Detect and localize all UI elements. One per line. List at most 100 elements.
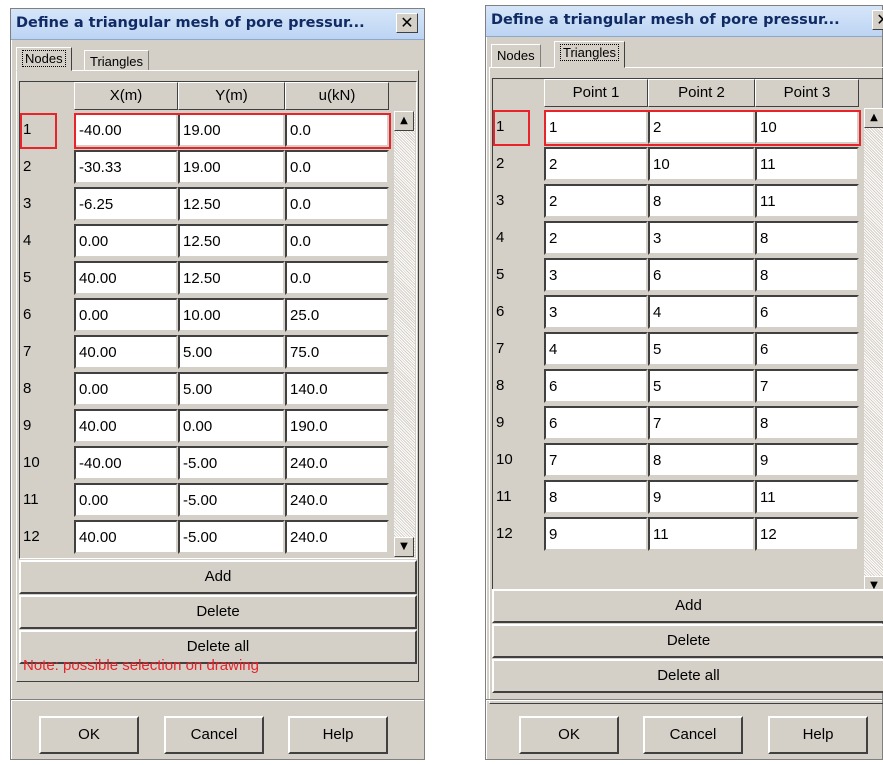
scroll-down-icon[interactable]: ▼ [394,537,414,557]
table-cell[interactable]: 7 [648,406,755,440]
row-header[interactable]: 3 [23,195,31,212]
row-header[interactable]: 6 [496,303,504,320]
table-cell[interactable]: 11 [755,184,859,218]
table-cell[interactable]: 3 [544,258,648,292]
table-cell[interactable]: -30.33 [74,150,178,184]
tab-nodes[interactable]: Nodes [491,44,541,68]
row-header[interactable]: 2 [23,158,31,175]
row-header[interactable]: 2 [496,155,504,172]
table-cell[interactable]: 0.00 [178,409,285,443]
cancel-button[interactable]: Cancel [164,716,264,754]
table-cell[interactable]: 6 [648,258,755,292]
table-cell[interactable]: 240.0 [285,520,389,554]
table-cell[interactable]: 12 [755,517,859,551]
row-header[interactable]: 9 [496,414,504,431]
ok-button[interactable]: OK [519,716,619,754]
column-header-y[interactable]: Y(m) [178,82,285,110]
table-cell[interactable]: 11 [755,480,859,514]
table-cell[interactable]: 5.00 [178,372,285,406]
row-header[interactable]: 6 [23,306,31,323]
table-cell[interactable]: 4 [544,332,648,366]
table-cell[interactable]: 8 [755,406,859,440]
table-cell[interactable]: 5.00 [178,335,285,369]
table-cell[interactable]: 2 [544,221,648,255]
scroll-up-icon[interactable]: ▲ [394,111,414,131]
help-button[interactable]: Help [288,716,388,754]
table-cell[interactable]: 0.00 [74,224,178,258]
table-cell[interactable]: -6.25 [74,187,178,221]
delete-all-button[interactable]: Delete all [492,659,883,693]
help-button[interactable]: Help [768,716,868,754]
table-cell[interactable]: 8 [648,443,755,477]
table-cell[interactable]: 240.0 [285,446,389,480]
table-cell[interactable]: 0.00 [74,298,178,332]
table-cell[interactable]: 40.00 [74,409,178,443]
column-header-point-3[interactable]: Point 3 [755,79,859,107]
table-cell[interactable]: 6 [544,369,648,403]
table-cell[interactable]: 40.00 [74,520,178,554]
table-cell[interactable]: -40.00 [74,446,178,480]
table-cell[interactable]: 10.00 [178,298,285,332]
row-header[interactable]: 5 [496,266,504,283]
table-cell[interactable]: 19.00 [178,150,285,184]
table-cell[interactable]: 5 [648,369,755,403]
table-cell[interactable]: 40.00 [74,261,178,295]
table-cell[interactable]: 5 [648,332,755,366]
table-cell[interactable]: 3 [544,295,648,329]
table-cell[interactable]: 25.0 [285,298,389,332]
table-cell[interactable]: 40.00 [74,335,178,369]
column-header-x[interactable]: X(m) [74,82,178,110]
add-button[interactable]: Add [19,560,417,594]
table-cell[interactable]: -5.00 [178,483,285,517]
table-cell[interactable]: -5.00 [178,446,285,480]
table-cell[interactable]: 12.50 [178,187,285,221]
table-cell[interactable]: 11 [755,147,859,181]
table-cell[interactable]: 0.00 [74,372,178,406]
row-header[interactable]: 3 [496,192,504,209]
row-header[interactable]: 10 [496,451,513,468]
table-cell[interactable]: 6 [755,332,859,366]
table-cell[interactable]: 12.50 [178,224,285,258]
ok-button[interactable]: OK [39,716,139,754]
scroll-up-icon[interactable]: ▲ [864,108,883,128]
table-cell[interactable]: 0.0 [285,224,389,258]
row-header[interactable]: 11 [23,491,39,508]
close-button[interactable]: ✕ [872,10,883,30]
row-header[interactable]: 12 [23,528,40,545]
table-cell[interactable]: 240.0 [285,483,389,517]
column-header-u[interactable]: u(kN) [285,82,389,110]
delete-button[interactable]: Delete [19,595,417,629]
table-cell[interactable]: 8 [755,258,859,292]
table-cell[interactable]: 7 [544,443,648,477]
row-header[interactable]: 11 [496,488,512,505]
row-header[interactable]: 5 [23,269,31,286]
row-header[interactable]: 4 [23,232,31,249]
row-header[interactable]: 10 [23,454,40,471]
cancel-button[interactable]: Cancel [643,716,743,754]
close-button[interactable]: ✕ [396,13,418,33]
table-cell[interactable]: 2 [544,184,648,218]
table-cell[interactable]: 75.0 [285,335,389,369]
add-button[interactable]: Add [492,589,883,623]
table-cell[interactable]: 0.0 [285,187,389,221]
table-cell[interactable]: 12.50 [178,261,285,295]
row-header[interactable]: 4 [496,229,504,246]
row-header[interactable]: 7 [23,343,31,360]
table-cell[interactable]: 3 [648,221,755,255]
row-header[interactable]: 8 [496,377,504,394]
column-header-point-1[interactable]: Point 1 [544,79,648,107]
nodes-scrollbar[interactable]: ▲ ▼ [394,111,415,557]
table-cell[interactable]: 2 [544,147,648,181]
table-cell[interactable]: 9 [648,480,755,514]
table-cell[interactable]: 8 [544,480,648,514]
table-cell[interactable]: 190.0 [285,409,389,443]
row-header[interactable]: 8 [23,380,31,397]
table-cell[interactable]: 6 [544,406,648,440]
table-cell[interactable]: 10 [648,147,755,181]
table-cell[interactable]: 11 [648,517,755,551]
triangles-scrollbar[interactable]: ▲ ▼ [864,108,883,596]
tab-nodes[interactable]: Nodes [16,47,72,71]
table-cell[interactable]: 8 [648,184,755,218]
tab-triangles[interactable]: Triangles [84,50,149,71]
row-header[interactable]: 7 [496,340,504,357]
